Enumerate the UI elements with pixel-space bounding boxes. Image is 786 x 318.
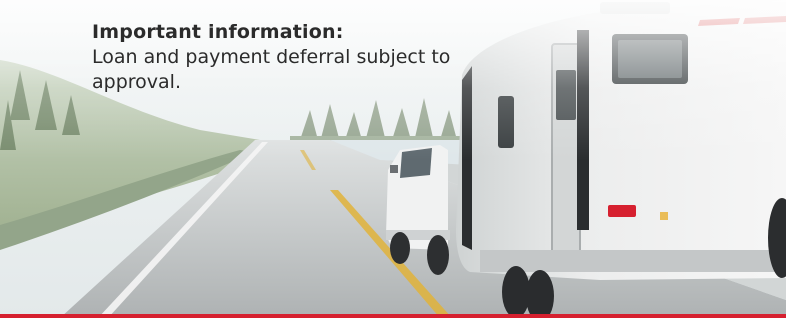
bottom-accent-strip xyxy=(0,314,786,318)
info-body: Loan and payment deferral subject to app… xyxy=(92,46,451,93)
important-information: Important information: Loan and payment … xyxy=(92,20,472,95)
trailer-wheel xyxy=(502,266,530,318)
tail-light xyxy=(608,205,636,217)
info-heading: Important information: xyxy=(92,21,344,43)
promo-banner: Important information: Loan and payment … xyxy=(0,0,786,318)
